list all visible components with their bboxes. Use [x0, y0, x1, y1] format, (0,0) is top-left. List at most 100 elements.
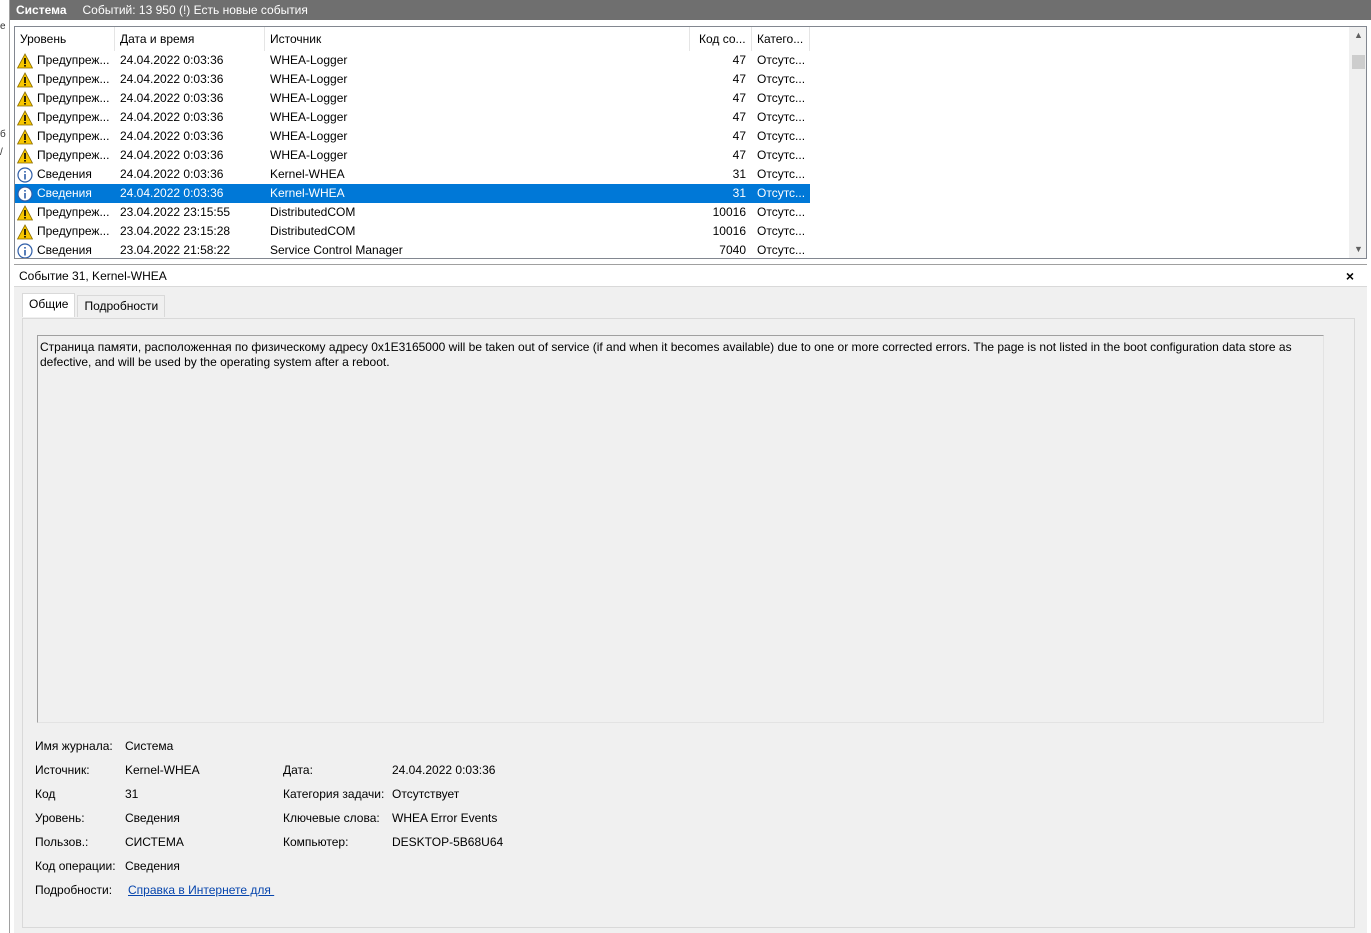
cell-date: 24.04.2022 0:03:36 — [120, 110, 224, 124]
prop-value: 24.04.2022 0:03:36 — [392, 763, 496, 777]
event-description[interactable]: Страница памяти, расположенная по физиче… — [37, 335, 1324, 723]
event-rows: Предупреж... 24.04.2022 0:03:36 WHEA-Logge… — [15, 51, 1350, 258]
prop-label: Компьютер: — [283, 835, 349, 849]
cell-date: 24.04.2022 0:03:36 — [120, 72, 224, 86]
events-count: Событий: 13 950 (!) Есть новые события — [82, 3, 308, 17]
event-details-pane: Событие 31, Kernel-WHEA × Общие Подробно… — [14, 264, 1367, 933]
warning-icon — [16, 128, 34, 145]
cell-category: Отсутс... — [757, 167, 806, 181]
warning-icon — [16, 204, 34, 221]
warning-icon — [16, 147, 34, 164]
gutter-glyph: б — [0, 129, 6, 140]
cell-source: WHEA-Logger — [270, 129, 348, 143]
table-row[interactable]: Предупреж... 24.04.2022 0:03:36 WHEA-Logge… — [15, 51, 810, 70]
cell-date: 24.04.2022 0:03:36 — [120, 91, 224, 105]
prop-value: 31 — [125, 787, 139, 801]
gutter-glyph: / — [0, 147, 3, 158]
prop-value: Сведения — [125, 859, 180, 873]
table-row[interactable]: Предупреж... 23.04.2022 23:15:55 Distribut… — [15, 203, 810, 222]
cell-source: Service Control Manager — [270, 243, 403, 257]
cell-level: Предупреж... — [15, 222, 115, 241]
cell-date: 23.04.2022 21:58:22 — [120, 243, 231, 257]
warning-icon — [16, 52, 34, 69]
details-tabs: Общие Подробности — [22, 293, 167, 317]
cell-date: 24.04.2022 0:03:36 — [120, 186, 224, 200]
table-row[interactable]: Сведения 24.04.2022 0:03:36 Kernel-WHEA 31 О… — [15, 165, 810, 184]
scroll-up-icon[interactable]: ▲ — [1350, 27, 1366, 44]
vertical-scrollbar[interactable]: ▲ ▼ — [1349, 27, 1366, 258]
prop-value: Отсутствует — [392, 787, 460, 801]
online-help-link[interactable]: Справка в Интернете для — [128, 883, 274, 897]
cell-source: WHEA-Logger — [270, 72, 348, 86]
cell-level: Предупреж... — [15, 89, 115, 108]
scroll-thumb[interactable] — [1352, 55, 1365, 69]
gutter-glyph: е — [0, 21, 6, 32]
column-header-code[interactable]: Код со... — [690, 27, 752, 51]
event-viewer-window: е б / Система Событий: 13 950 (!) Есть н… — [0, 0, 1371, 933]
left-gutter: е б / — [0, 0, 10, 933]
cell-level: Предупреж... — [15, 108, 115, 127]
warning-icon — [16, 90, 34, 107]
prop-label: Уровень: — [35, 811, 85, 825]
prop-label: Имя журнала: — [35, 739, 113, 753]
cell-source: DistributedCOM — [270, 205, 356, 219]
cell-code: 47 — [732, 148, 746, 162]
table-row[interactable]: Предупреж... 24.04.2022 0:03:36 WHEA-Logge… — [15, 89, 810, 108]
cell-code: 31 — [732, 167, 746, 181]
cell-level: Предупреж... — [15, 70, 115, 89]
prop-label: Код — [35, 787, 56, 801]
close-icon[interactable]: × — [1343, 265, 1357, 287]
table-row[interactable]: Предупреж... 24.04.2022 0:03:36 WHEA-Logge… — [15, 108, 810, 127]
prop-label: Код операции: — [35, 859, 116, 873]
cell-category: Отсутс... — [757, 148, 806, 162]
prop-value: Сведения — [125, 811, 180, 825]
cell-source: WHEA-Logger — [270, 148, 348, 162]
prop-label: Категория задачи: — [283, 787, 385, 801]
cell-date: 24.04.2022 0:03:36 — [120, 167, 224, 181]
level-text: Предупреж... — [37, 91, 110, 105]
column-header-category[interactable]: Катего... — [752, 27, 810, 51]
cell-level: Предупреж... — [15, 51, 115, 70]
cell-level: Сведения — [15, 165, 115, 184]
cell-category: Отсутс... — [757, 243, 806, 257]
prop-label: Источник: — [35, 763, 90, 777]
cell-category: Отсутс... — [757, 186, 806, 200]
log-title-bar: Система Событий: 13 950 (!) Есть новые с… — [10, 0, 1371, 20]
table-row[interactable]: Сведения 23.04.2022 21:58:22 Service Contr… — [15, 241, 810, 258]
cell-category: Отсутс... — [757, 129, 806, 143]
level-text: Предупреж... — [37, 129, 110, 143]
cell-source: DistributedCOM — [270, 224, 356, 238]
cell-code: 47 — [732, 53, 746, 67]
log-name: Система — [16, 3, 67, 17]
cell-date: 23.04.2022 23:15:28 — [120, 224, 231, 238]
scroll-down-icon[interactable]: ▼ — [1350, 241, 1366, 258]
tab-general[interactable]: Общие — [22, 293, 76, 317]
prop-value: СИСТЕМА — [125, 835, 184, 849]
level-text: Предупреж... — [37, 148, 110, 162]
prop-label: Подробности: — [35, 883, 113, 897]
table-row[interactable]: Предупреж... 23.04.2022 23:15:28 Distribut… — [15, 222, 810, 241]
tab-details[interactable]: Подробности — [77, 295, 166, 317]
table-row[interactable]: Предупреж... 24.04.2022 0:03:36 WHEA-Logge… — [15, 146, 810, 165]
table-row[interactable]: Предупреж... 24.04.2022 0:03:36 WHEA-Logge… — [15, 70, 810, 89]
cell-code: 7040 — [719, 243, 746, 257]
cell-date: 24.04.2022 0:03:36 — [120, 148, 224, 162]
column-header-level[interactable]: Уровень — [15, 27, 115, 51]
cell-category: Отсутс... — [757, 224, 806, 238]
info-icon — [17, 242, 33, 258]
level-text: Предупреж... — [37, 72, 110, 86]
table-row[interactable]: Предупреж... 24.04.2022 0:03:36 WHEA-Logge… — [15, 127, 810, 146]
prop-label: Пользов.: — [35, 835, 89, 849]
cell-category: Отсутс... — [757, 110, 806, 124]
event-list[interactable]: Уровень Дата и время Источник Код со... … — [14, 26, 1367, 259]
cell-level: Предупреж... — [15, 203, 115, 222]
prop-label: Ключевые слова: — [283, 811, 380, 825]
prop-value: DESKTOP-5B68U64 — [392, 835, 504, 849]
column-header-source[interactable]: Источник — [265, 27, 690, 51]
level-text: Сведения — [37, 186, 92, 200]
warning-icon — [16, 223, 34, 240]
table-row[interactable]: Сведения 24.04.2022 0:03:36 Kernel-WHEA 31 О… — [15, 184, 810, 203]
cell-category: Отсутс... — [757, 205, 806, 219]
cell-level: Сведения — [15, 184, 115, 203]
column-header-date[interactable]: Дата и время — [115, 27, 265, 51]
